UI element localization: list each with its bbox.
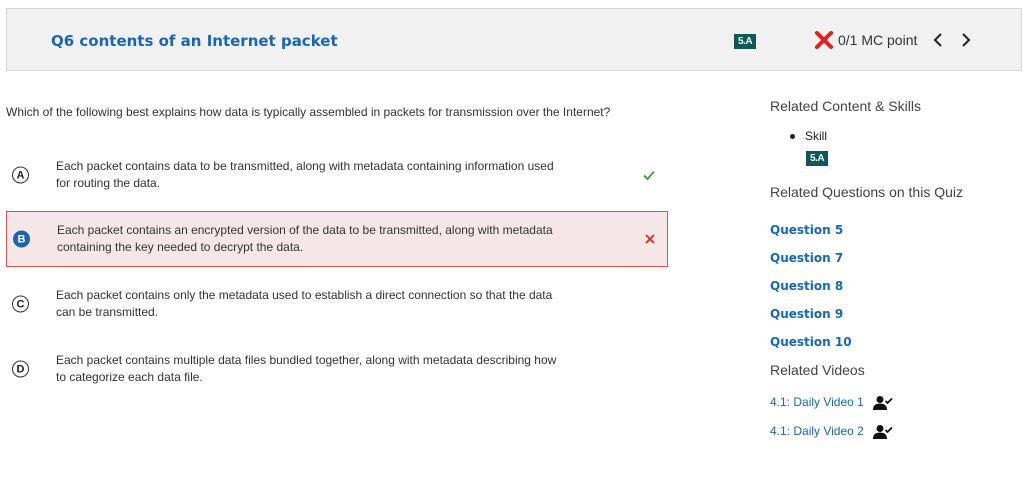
chevron-right-icon — [962, 33, 971, 47]
score-text: 0/1 MC point — [838, 32, 918, 48]
option-letter: A — [12, 166, 29, 184]
skill-badge: 5.A — [734, 34, 757, 49]
answer-option-c[interactable]: C Each packet contains only the metadata… — [6, 276, 668, 332]
person-check-icon — [873, 396, 893, 410]
related-videos-heading: Related Videos — [770, 362, 865, 378]
answer-option-b[interactable]: B Each packet contains an encrypted vers… — [6, 211, 668, 267]
video-label: 4.1: Daily Video 1 — [770, 395, 864, 410]
x-icon — [643, 232, 657, 246]
previous-question-button[interactable] — [929, 30, 947, 50]
next-question-button[interactable] — [957, 30, 975, 50]
related-questions-heading: Related Questions on this Quiz — [770, 184, 963, 200]
question-header: Q6 contents of an Internet packet 5.A 0/… — [6, 8, 1022, 71]
answer-option-a[interactable]: A Each packet contains data to be transm… — [6, 147, 668, 203]
related-question-link[interactable]: Question 7 — [770, 251, 843, 265]
option-letter: C — [12, 295, 29, 313]
answer-option-d[interactable]: D Each packet contains multiple data fil… — [6, 341, 668, 397]
video-label: 4.1: Daily Video 2 — [770, 424, 864, 439]
person-check-icon — [873, 425, 893, 439]
related-question-link[interactable]: Question 10 — [770, 335, 852, 349]
video-link[interactable]: 4.1: Daily Video 1 — [770, 395, 893, 411]
skill-badge: 5.A — [806, 151, 829, 166]
bullet-icon — [790, 134, 795, 140]
skill-item: Skill — [790, 129, 827, 143]
red-x-icon — [814, 30, 834, 50]
option-text: Each packet contains an encrypted versio… — [57, 223, 553, 254]
option-letter: B — [13, 230, 30, 248]
related-content-heading: Related Content & Skills — [770, 98, 921, 114]
video-link[interactable]: 4.1: Daily Video 2 — [770, 424, 893, 440]
option-letter: D — [12, 360, 29, 378]
option-text: Each packet contains data to be transmit… — [56, 159, 554, 190]
related-question-link[interactable]: Question 5 — [770, 223, 843, 237]
related-question-link[interactable]: Question 8 — [770, 279, 843, 293]
question-text: Which of the following best explains how… — [6, 105, 611, 119]
check-icon — [642, 168, 656, 182]
option-text: Each packet contains only the metadata u… — [56, 288, 553, 319]
option-text: Each packet contains multiple data files… — [56, 353, 557, 384]
question-title: Q6 contents of an Internet packet — [51, 32, 338, 50]
chevron-left-icon — [933, 33, 942, 47]
skill-label: Skill — [805, 129, 828, 143]
related-question-link[interactable]: Question 9 — [770, 307, 843, 321]
